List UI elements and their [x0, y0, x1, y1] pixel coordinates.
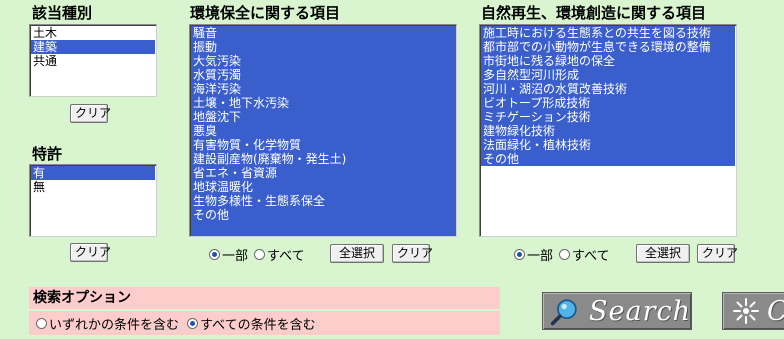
nature-option[interactable]: 市街地に残る緑地の保全	[481, 54, 735, 68]
nature-all-radio[interactable]	[559, 249, 571, 260]
search-options-header: 検索オプション	[29, 287, 500, 309]
patent-listbox[interactable]: 有 無	[29, 164, 157, 237]
environment-option[interactable]: 土壌・地下水汚染	[191, 96, 455, 110]
category-listbox[interactable]: 土木 建築 共通	[29, 24, 157, 97]
environment-option[interactable]: 地盤沈下	[191, 110, 455, 124]
magnifier-icon	[550, 299, 577, 326]
environment-select-all-button[interactable]: 全選択	[330, 244, 384, 263]
environment-match-group: 一部 すべて	[209, 245, 305, 264]
nature-option[interactable]: ビオトープ形成技術	[481, 96, 735, 110]
nature-option[interactable]: 建物緑化技術	[481, 124, 735, 138]
category-clear-button[interactable]: クリア	[70, 104, 111, 123]
all-condition-label: すべての条件を含む	[200, 317, 316, 333]
environment-partial-label: 一部	[222, 249, 249, 264]
nature-option[interactable]: 施工時における生態系との共生を図る技術	[481, 26, 735, 40]
environment-option[interactable]: 海洋汚染	[191, 82, 455, 96]
search-button[interactable]: Search	[542, 292, 692, 330]
nature-option[interactable]: ミチゲーション技術	[481, 110, 735, 124]
environment-all-radio[interactable]	[254, 249, 266, 260]
patent-option[interactable]: 無	[31, 180, 155, 194]
category-heading: 該当種別	[32, 4, 93, 22]
environment-option[interactable]: 大気汚染	[191, 54, 455, 68]
nature-all-label: すべて	[572, 249, 610, 264]
search-options-panel: いずれかの条件を含む すべての条件を含む	[29, 311, 500, 335]
environment-option[interactable]: 地球温暖化	[191, 180, 455, 194]
nature-option[interactable]: 河川・湖沼の水質改善技術	[481, 82, 735, 96]
patent-heading: 特許	[32, 145, 63, 163]
any-condition-radio[interactable]	[36, 317, 47, 329]
category-option[interactable]: 共通	[31, 54, 155, 68]
nature-listbox[interactable]: 施工時における生態系との共生を図る技術 都市部での小動物が生息できる環境の整備 …	[479, 24, 737, 237]
nature-match-group: 一部 すべて	[514, 245, 610, 264]
environment-partial-radio[interactable]	[209, 249, 220, 260]
environment-listbox[interactable]: 騒音 振動 大気汚染 水質汚濁 海洋汚染 土壌・地下水汚染 地盤沈下 悪臭 有害…	[189, 24, 457, 237]
environment-all-label: すべて	[267, 249, 305, 264]
environment-clear-button[interactable]: クリア	[392, 244, 433, 263]
reset-button[interactable]: C	[722, 292, 784, 330]
environment-option[interactable]: 省エネ・省資源	[191, 166, 455, 180]
any-condition-label: いずれかの条件を含む	[49, 317, 180, 333]
environment-option[interactable]: 騒音	[191, 26, 455, 40]
environment-option[interactable]: 悪臭	[191, 124, 455, 138]
nature-partial-radio[interactable]	[514, 249, 525, 260]
nature-select-all-button[interactable]: 全選択	[636, 244, 690, 263]
nature-heading: 自然再生、環境創造に関する項目	[481, 4, 707, 22]
reset-button-label: C	[767, 296, 784, 327]
environment-option[interactable]: 水質汚濁	[191, 68, 455, 82]
patent-clear-button[interactable]: クリア	[70, 243, 111, 262]
nature-option[interactable]: 法面緑化・植林技術	[481, 138, 735, 152]
environment-option[interactable]: その他	[191, 208, 455, 222]
environment-option[interactable]: 生物多様性・生態系保全	[191, 194, 455, 208]
nature-option[interactable]: 多自然型河川形成	[481, 68, 735, 82]
environment-option[interactable]: 建設副産物(廃棄物・発生土)	[191, 152, 455, 166]
nature-option[interactable]: その他	[481, 152, 735, 166]
nature-partial-label: 一部	[527, 249, 554, 264]
nature-clear-button[interactable]: クリア	[697, 244, 738, 263]
all-condition-radio[interactable]	[187, 317, 199, 329]
sparkle-icon	[733, 298, 759, 324]
environment-heading: 環境保全に関する項目	[190, 4, 341, 22]
environment-option[interactable]: 有害物質・化学物質	[191, 138, 455, 152]
category-option[interactable]: 建築	[31, 40, 155, 54]
search-options-heading: 検索オプション	[33, 290, 131, 306]
environment-option[interactable]: 振動	[191, 40, 455, 54]
category-option[interactable]: 土木	[31, 26, 155, 40]
patent-option[interactable]: 有	[31, 166, 155, 180]
search-button-label: Search	[589, 295, 691, 327]
nature-option[interactable]: 都市部での小動物が生息できる環境の整備	[481, 40, 735, 54]
